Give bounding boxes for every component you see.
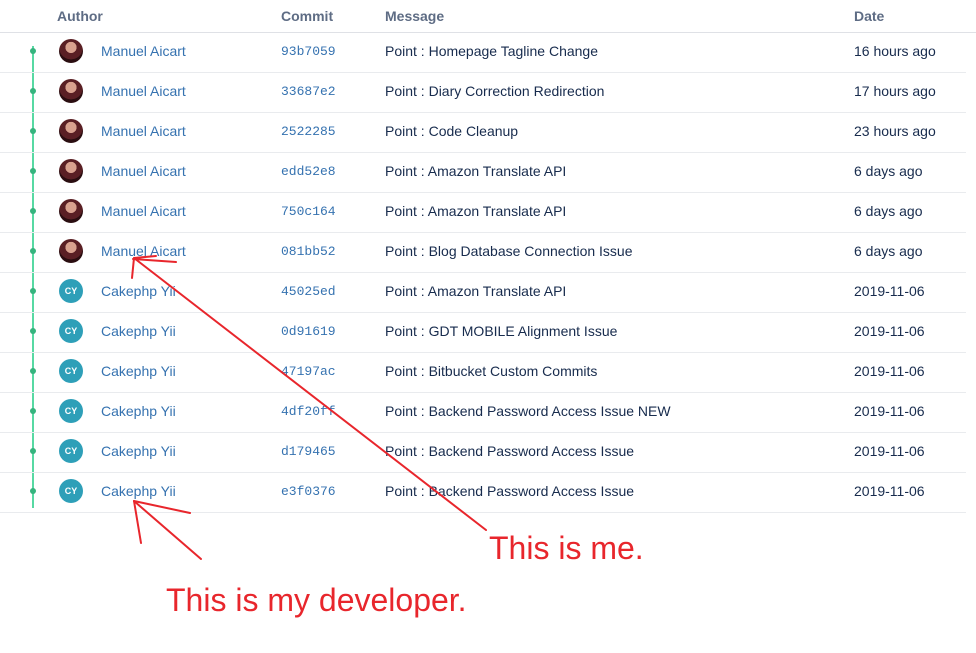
arrow-to-me-shaft [133,257,487,531]
annotation-this-is-my-developer: This is my developer. [166,582,467,618]
arrow-to-developer-shaft [133,500,202,560]
annotation-this-is-me: This is me. [489,530,644,566]
annotation-arrows [131,255,487,560]
